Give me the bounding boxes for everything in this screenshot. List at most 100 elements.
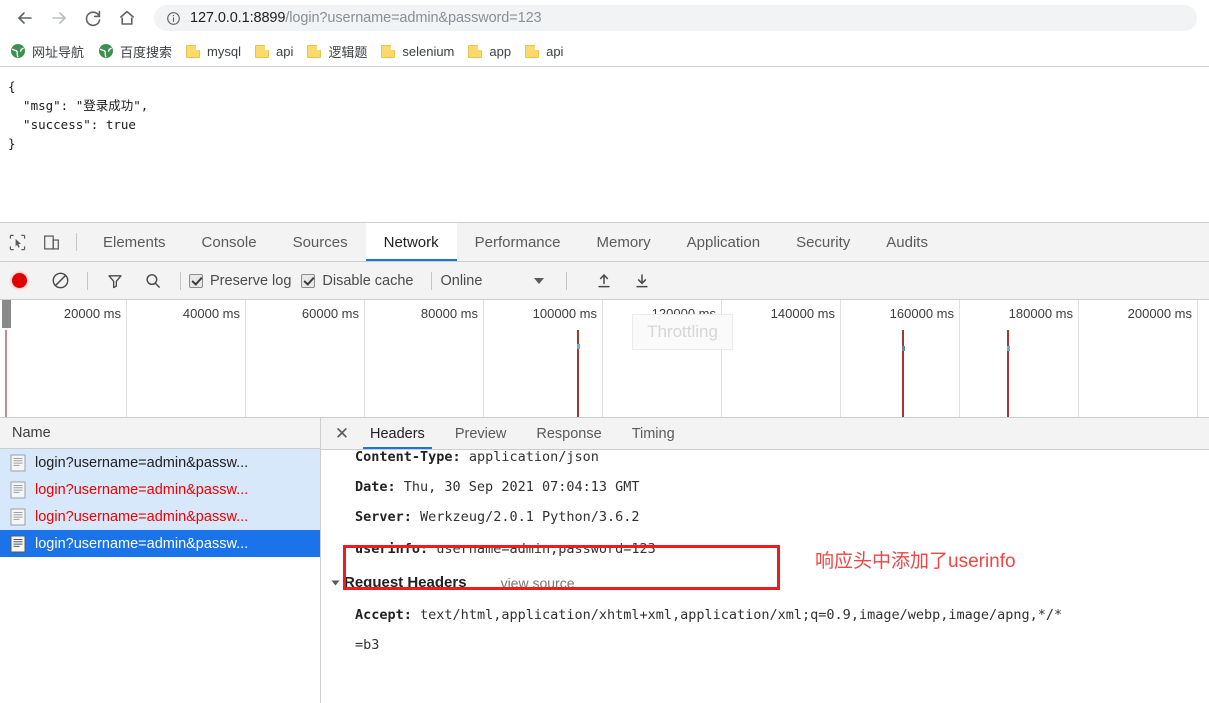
header-row: Date: Thu, 30 Sep 2021 07:04:13 GMT (321, 472, 1209, 502)
timeline-tick-label: 100000 ms (532, 306, 597, 321)
throttling-tooltip: Throttling (632, 314, 733, 350)
bookmark-label: 逻辑题 (328, 44, 368, 60)
header-key: userinfo: (355, 541, 429, 557)
header-row-clipped (321, 660, 1209, 690)
triangle-down-icon[interactable] (331, 580, 340, 586)
checkbox-box[interactable] (301, 273, 316, 288)
table-row[interactable]: login?username=admin&passw... (0, 476, 320, 503)
bookmark-item[interactable]: mysql (186, 44, 241, 59)
tab-application[interactable]: Application (669, 223, 778, 261)
bookmark-item[interactable]: 逻辑题 (307, 42, 367, 61)
folder-icon (525, 44, 541, 58)
header-value: username=admin;password=123 (436, 541, 656, 557)
back-icon[interactable] (8, 1, 42, 35)
tab-elements[interactable]: Elements (85, 223, 184, 261)
table-row[interactable]: login?username=admin&passw... (0, 449, 320, 476)
throttling-value: Online (440, 272, 483, 289)
view-source-link[interactable]: view source (501, 566, 575, 600)
network-toolbar: Preserve log Disable cache Online (0, 262, 1209, 300)
header-value: =b3 (355, 637, 380, 653)
device-toolbar-icon[interactable] (34, 223, 68, 261)
headers-list: Content-Type: application/json Date: Thu… (321, 442, 1209, 703)
toolbar-divider (431, 271, 433, 290)
header-row: Content-Type: application/json (321, 442, 1209, 472)
tab-performance[interactable]: Performance (457, 223, 579, 261)
request-detail-panel: ✕ Headers Preview Response Timing Conten… (321, 418, 1209, 703)
folder-icon (381, 44, 397, 58)
network-overview-timeline[interactable]: 20000 ms 40000 ms 60000 ms 80000 ms 1000… (0, 300, 1209, 418)
forward-icon[interactable] (42, 1, 76, 35)
timeline-tick-label: 140000 ms (770, 306, 835, 321)
disable-cache-checkbox[interactable]: Disable cache (301, 273, 413, 289)
timeline-gridline (483, 300, 484, 417)
url-host: 127.0.0.1:8899 (190, 10, 286, 26)
tab-audits[interactable]: Audits (868, 223, 946, 261)
annotation-note: 响应头中添加了userinfo (815, 551, 1016, 572)
header-row: Server: Werkzeug/2.0.1 Python/3.6.2 (321, 502, 1209, 532)
header-value: Thu, 30 Sep 2021 07:04:13 GMT (403, 479, 640, 495)
request-name: login?username=admin&passw... (35, 454, 249, 471)
document-icon (10, 508, 26, 526)
tab-memory[interactable]: Memory (579, 223, 669, 261)
requests-column-header[interactable]: Name (0, 418, 320, 449)
info-circle-icon[interactable] (166, 11, 181, 26)
requests-list-panel: Name login?username=admin&passw... login… (0, 418, 321, 703)
browser-window: 127.0.0.1:8899/login?username=admin&pass… (0, 0, 1209, 703)
bookmark-item[interactable]: api (254, 43, 294, 59)
toolbar-divider (87, 271, 88, 290)
page-response-body: { "msg": "登录成功", "success": true } (0, 67, 1209, 222)
devtools-panel: Elements Console Sources Network Perform… (0, 222, 1209, 703)
bookmark-item[interactable]: 百度搜索 (98, 42, 172, 61)
toolbar-divider (76, 233, 77, 251)
folder-icon (186, 44, 202, 58)
timeline-gridline (1197, 300, 1198, 417)
search-magnifier-icon[interactable] (134, 262, 172, 300)
devtools-tabbar: Elements Console Sources Network Perform… (0, 223, 1209, 262)
import-arrow-up-icon[interactable] (585, 262, 623, 300)
header-value: Werkzeug/2.0.1 Python/3.6.2 (420, 509, 640, 525)
table-row[interactable]: login?username=admin&passw... (0, 503, 320, 530)
bookmark-item[interactable]: app (468, 44, 511, 59)
header-row: Accept: text/html,application/xhtml+xml,… (321, 600, 1209, 630)
tab-network[interactable]: Network (365, 223, 457, 261)
home-icon[interactable] (110, 1, 144, 35)
folder-icon (468, 44, 484, 58)
reload-icon[interactable] (76, 1, 110, 35)
header-row-continuation: =b3 (321, 630, 1209, 660)
request-name: login?username=admin&passw... (35, 535, 249, 552)
tab-console[interactable]: Console (184, 223, 275, 261)
url-text: 127.0.0.1:8899/login?username=admin&pass… (190, 10, 542, 26)
bookmark-item[interactable]: api (525, 44, 563, 59)
table-row[interactable]: login?username=admin&passw... (0, 530, 320, 557)
bookmark-label: api (275, 43, 294, 59)
timeline-gridline (245, 300, 246, 417)
header-value: application/json (468, 449, 599, 465)
tab-sources[interactable]: Sources (275, 223, 366, 261)
throttling-select[interactable]: Online (440, 272, 545, 289)
preserve-log-checkbox[interactable]: Preserve log (189, 273, 291, 289)
tab-security[interactable]: Security (778, 223, 868, 261)
address-bar[interactable]: 127.0.0.1:8899/login?username=admin&pass… (154, 5, 1197, 31)
overview-scroll-handle[interactable] (2, 300, 11, 328)
timeline-gridline (959, 300, 960, 417)
header-key: Content-Type: (355, 449, 461, 465)
timeline-event-dot (577, 344, 580, 349)
request-headers-section-title[interactable]: Request Headers view source (321, 566, 1209, 600)
header-key: Accept: (355, 607, 412, 623)
url-path: /login?username=admin&password=123 (285, 10, 542, 26)
timeline-gridline (126, 300, 127, 417)
filter-funnel-icon[interactable] (96, 262, 134, 300)
export-arrow-down-icon[interactable] (623, 262, 661, 300)
section-label: Request Headers (344, 574, 467, 591)
toolbar-divider (180, 271, 181, 290)
timeline-event-marker (1007, 330, 1009, 417)
clear-prohibited-icon[interactable] (41, 262, 79, 300)
bookmark-item[interactable]: selenium (381, 44, 454, 59)
checkbox-box[interactable] (189, 273, 203, 288)
chevron-down-icon[interactable] (534, 277, 545, 284)
document-icon (10, 481, 26, 499)
timeline-tick-label: 20000 ms (63, 306, 121, 321)
bookmark-item[interactable]: 网址导航 (10, 42, 84, 61)
cursor-select-icon[interactable] (0, 223, 34, 261)
record-circle-icon[interactable] (12, 273, 27, 288)
